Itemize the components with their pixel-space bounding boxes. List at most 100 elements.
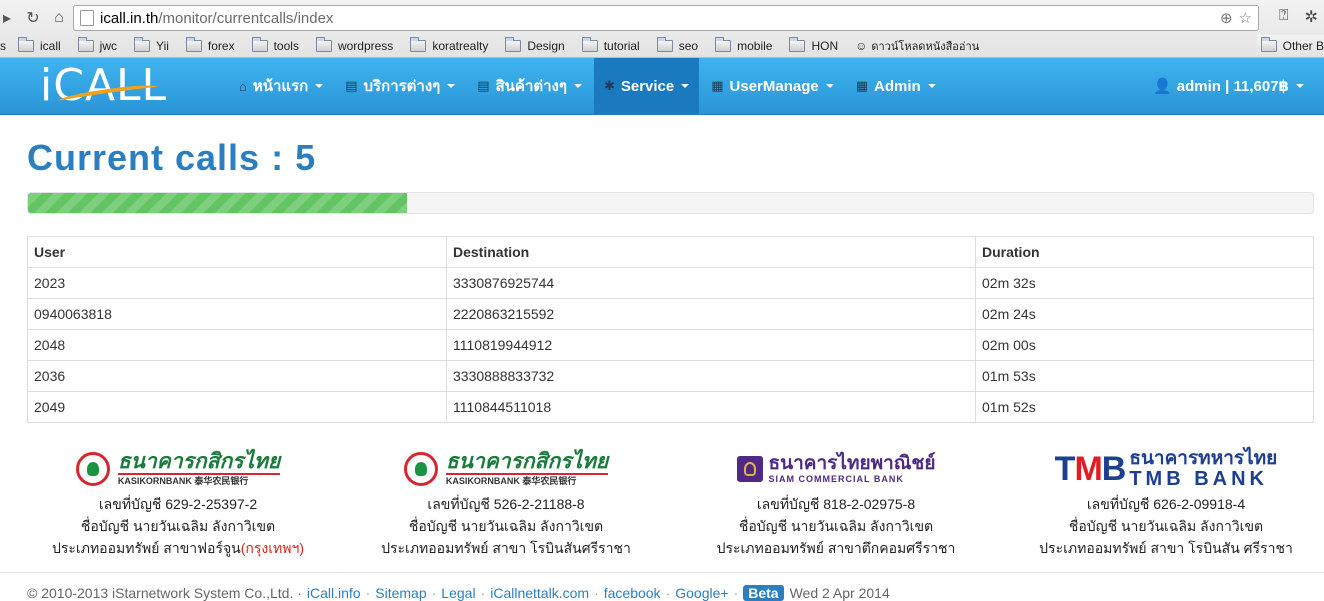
- cell-destination: 3330876925744: [446, 267, 976, 299]
- caret-down-icon: [825, 84, 834, 88]
- account-holder: ชื่อบัญชี นายวันเฉลิม ลังกาวิเขต: [80, 518, 276, 534]
- nav-item-admin[interactable]: ▦ Admin: [846, 58, 946, 114]
- caret-down-icon: [315, 84, 324, 88]
- table-row: 2023 3330876925744 02m 32s: [27, 267, 1314, 299]
- folder-icon: [715, 37, 732, 52]
- folder-icon: [134, 37, 151, 52]
- bookmark-yii[interactable]: Yii: [134, 37, 169, 53]
- bookmark-truncated[interactable]: s: [0, 39, 6, 53]
- copyright: © 2010-2013 iStarnetwork System Co.,Ltd.…: [27, 585, 302, 601]
- list-icon: ▤: [345, 78, 358, 93]
- scb-logo: ธนาคารไทยพาณิชย์ SIAM COMMERCIAL BANK: [686, 445, 986, 493]
- wrench-icon[interactable]: ✲: [1305, 7, 1318, 27]
- url-path: /monitor/currentcalls/index: [158, 9, 334, 27]
- bank-card-scb: ธนาคารไทยพาณิชย์ SIAM COMMERCIAL BANK เล…: [686, 445, 986, 559]
- icall-logo[interactable]: iCALL: [40, 62, 175, 110]
- cell-user: 2048: [27, 329, 447, 361]
- account-holder: ชื่อบัญชี นายวันเฉลิม ลังกาวิเขต: [1068, 518, 1264, 534]
- bookmark-icall[interactable]: icall: [18, 37, 61, 53]
- footer-link-icallnettalk[interactable]: iCallnettalk.com: [490, 585, 589, 601]
- nav-item-label: Service: [620, 77, 675, 95]
- folder-icon: [77, 37, 94, 52]
- bookmark-koratrealty[interactable]: koratrealty: [410, 37, 488, 53]
- nav-item-usermanage[interactable]: ▦ UserManage: [701, 58, 844, 114]
- main-content: Current calls : 5 User Destination Durat…: [27, 115, 1314, 423]
- nav-item-label: บริการต่างๆ: [363, 78, 441, 95]
- nav-item-label: Admin: [874, 77, 921, 95]
- bank-card-tmb: TMB ธนาคารทหารไทย TMB BANK เลขที่บัญชี 6…: [1016, 445, 1316, 559]
- bookmark-wordpress[interactable]: wordpress: [315, 37, 393, 53]
- folder-icon: [656, 37, 673, 52]
- caret-down-icon: [927, 84, 936, 88]
- footer-link-legal[interactable]: Legal: [441, 585, 475, 601]
- bookmark-other[interactable]: Other B: [1256, 35, 1324, 57]
- nav-item-label: สินค้าต่างๆ: [495, 78, 567, 95]
- reload-icon[interactable]: ↻: [22, 7, 44, 29]
- account-number: เลขที่บัญชี 818-2-02975-8: [756, 496, 916, 512]
- user-menu[interactable]: 👤 admin | 11,607฿: [1153, 58, 1304, 114]
- caret-down-icon: [447, 84, 456, 88]
- scb-emblem-icon: [736, 456, 763, 482]
- kbank-logo: ธนาคารกสิกรไทย KASIKORNBANK 泰华农民银行: [356, 445, 656, 493]
- column-header[interactable]: Destination: [446, 236, 976, 268]
- bank-accounts: ธนาคารกสิกรไทย KASIKORNBANK 泰华农民银行 เลขที…: [0, 445, 1324, 565]
- bank-card-kbank-2: ธนาคารกสิกรไทย KASIKORNBANK 泰华农民银行 เลขที…: [356, 445, 656, 559]
- footer-link-facebook[interactable]: facebook: [604, 585, 661, 601]
- nav-item-บริการต่างๆ[interactable]: ▤ บริการต่างๆ: [335, 58, 465, 114]
- bookmark-tutorial[interactable]: tutorial: [581, 37, 640, 53]
- bookmark-mobile[interactable]: mobile: [715, 37, 772, 53]
- bookmark-hon[interactable]: HON: [789, 37, 838, 53]
- table-row: 2048 1110819944912 02m 00s: [27, 329, 1314, 361]
- help-icon[interactable]: ⍰: [1279, 7, 1289, 27]
- bookmarks-bar: s icall jwc Yii forex tools wordpress ko…: [0, 35, 1324, 57]
- progress-track: [27, 192, 1314, 214]
- cell-user: 0940063818: [27, 298, 447, 330]
- star-icon[interactable]: ☆: [1239, 9, 1252, 27]
- bookmark-design[interactable]: Design: [505, 37, 565, 53]
- list-icon: ▤: [477, 78, 490, 93]
- grid-icon: ▦: [855, 78, 869, 93]
- table-row: 2036 3330888833732 01m 53s: [27, 360, 1314, 392]
- account-holder: ชื่อบัญชี นายวันเฉลิม ลังกาวิเขต: [738, 518, 934, 534]
- tmb-emblem-icon: TMB: [1054, 450, 1127, 488]
- tmb-logo: TMB ธนาคารทหารไทย TMB BANK: [1054, 448, 1278, 490]
- bookmark-jwc[interactable]: jwc: [77, 37, 117, 53]
- column-header[interactable]: User: [27, 236, 447, 268]
- account-type: ประเภทออมทรัพย์ สาขา โรบินสัน ศรีราชา: [1039, 540, 1293, 556]
- back-icon[interactable]: ▸: [0, 7, 18, 29]
- page-title: Current calls : 5: [27, 137, 317, 178]
- cell-destination: 2220863215592: [446, 298, 976, 330]
- footer-link-icall-info[interactable]: iCall.info: [307, 585, 361, 601]
- nav-item-หน้าแรก[interactable]: ⌂ หน้าแรก: [229, 58, 333, 114]
- zoom-icon[interactable]: ⊕: [1220, 9, 1233, 27]
- beta-badge: Beta: [743, 585, 784, 601]
- cell-user: 2023: [27, 267, 447, 299]
- bookmark-download-books[interactable]: ☺ ดาวน์โหลดหนังสืออ่าน: [855, 37, 979, 55]
- home-icon[interactable]: ⌂: [48, 7, 70, 29]
- nav-item-สินค้าต่างๆ[interactable]: ▤ สินค้าต่างๆ: [467, 58, 592, 114]
- browser-chrome: ▸ ↻ ⌂ icall.in.th/monitor/currentcalls/i…: [0, 0, 1324, 58]
- address-bar[interactable]: icall.in.th/monitor/currentcalls/index ⊕…: [73, 5, 1259, 31]
- footer-link-sitemap[interactable]: Sitemap: [375, 585, 426, 601]
- table-header-row: User Destination Duration: [27, 236, 1314, 268]
- gear-icon: ✱: [603, 78, 615, 93]
- nav-item-label: หน้าแรก: [252, 78, 309, 95]
- bookmark-forex[interactable]: forex: [185, 37, 235, 53]
- site-navbar: iCALL ⌂ หน้าแรก ▤ บริการต่างๆ ▤ สินค้าต่างๆ ✱ S…: [0, 58, 1324, 115]
- bookmark-tools[interactable]: tools: [251, 37, 299, 53]
- person-icon: ☺: [855, 39, 868, 53]
- footer-link-google-plus[interactable]: Google+: [675, 585, 728, 601]
- column-header[interactable]: Duration: [975, 236, 1314, 268]
- bookmark-seo[interactable]: seo: [656, 37, 698, 53]
- nav-item-label: UserManage: [729, 77, 819, 95]
- cell-user: 2049: [27, 391, 447, 423]
- folder-icon: [185, 37, 202, 52]
- caret-down-icon: [681, 84, 690, 88]
- cell-duration: 02m 00s: [975, 329, 1314, 361]
- account-number: เลขที่บัญชี 629-2-25397-2: [98, 496, 258, 512]
- main-menu: ⌂ หน้าแรก ▤ บริการต่างๆ ▤ สินค้าต่างๆ ✱ Service…: [229, 58, 948, 114]
- site-footer: © 2010-2013 iStarnetwork System Co.,Ltd.…: [0, 572, 1324, 601]
- cell-destination: 3330888833732: [446, 360, 976, 392]
- folder-icon: [1260, 37, 1277, 52]
- nav-item-service[interactable]: ✱ Service: [593, 58, 700, 114]
